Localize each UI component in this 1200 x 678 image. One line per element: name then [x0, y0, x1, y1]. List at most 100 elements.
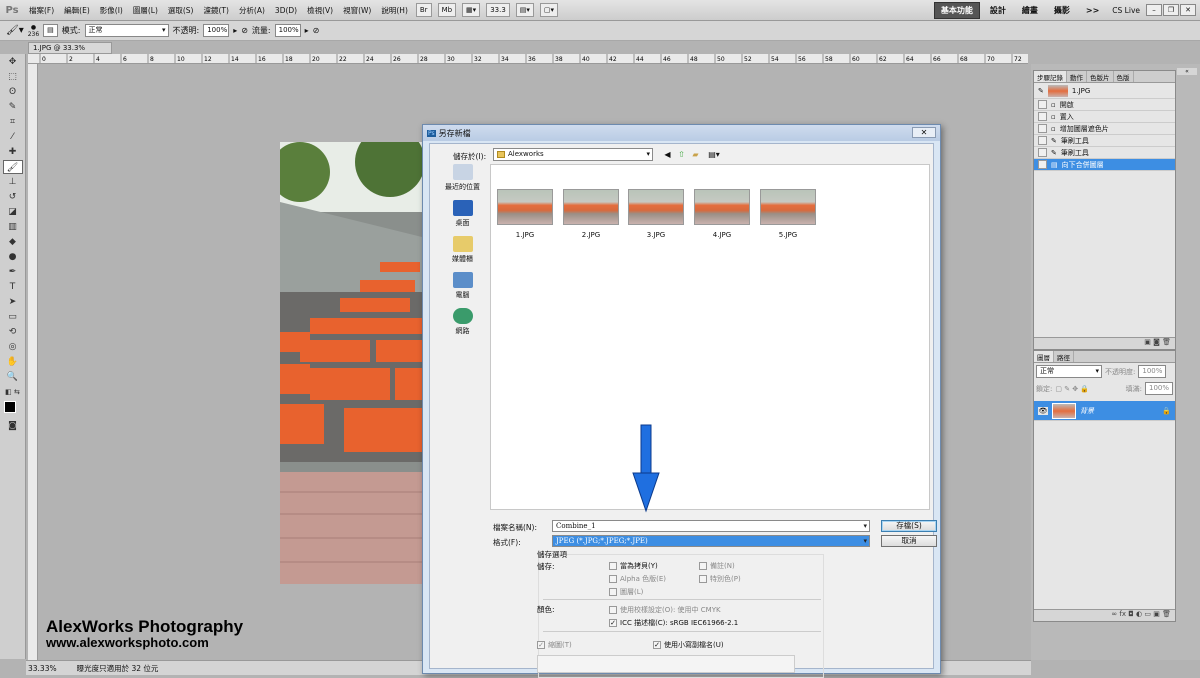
- eye-icon[interactable]: 👁: [1038, 406, 1048, 415]
- place-libraries[interactable]: 媒體櫃: [436, 236, 489, 264]
- workspace-painting[interactable]: 繪畫: [1016, 3, 1044, 18]
- cancel-button[interactable]: 取消: [881, 535, 937, 547]
- brush-tool-icon[interactable]: 🖌▾: [6, 25, 24, 36]
- history-source-box[interactable]: [1038, 100, 1047, 109]
- status-zoom[interactable]: 33.33%: [28, 664, 57, 673]
- cs-live-button[interactable]: CS Live: [1107, 6, 1145, 15]
- menu-help[interactable]: 說明(H): [376, 5, 413, 16]
- format-select[interactable]: JPEG (*.JPG;*.JPEG;*.JPE) ▾: [552, 535, 870, 547]
- minimize-icon[interactable]: –: [1146, 4, 1162, 16]
- as-copy-checkbox[interactable]: 當為拷貝(Y): [609, 561, 658, 571]
- history-source-box[interactable]: [1038, 136, 1047, 145]
- thumbnail-checkbox[interactable]: ✓ 縮圖(T): [537, 640, 572, 650]
- layer-row-background[interactable]: 👁 背景 🔒: [1034, 401, 1175, 421]
- fx-icon[interactable]: fx: [1119, 610, 1126, 618]
- history-source-box[interactable]: [1038, 148, 1047, 157]
- restore-icon[interactable]: ❐: [1163, 4, 1179, 16]
- layer-name[interactable]: 背景: [1080, 406, 1094, 416]
- notes-checkbox[interactable]: 備註(N): [699, 561, 735, 571]
- shape-tool-icon[interactable]: ▭: [3, 310, 23, 324]
- gradient-tool-icon[interactable]: ▥: [3, 220, 23, 234]
- workspace-essentials[interactable]: 基本功能: [933, 1, 980, 19]
- dodge-tool-icon[interactable]: ●: [3, 250, 23, 264]
- tab-history[interactable]: 步驟記錄: [1034, 71, 1067, 82]
- proof-setup-checkbox[interactable]: 使用校樣設定(O): 使用中 CMYK: [609, 605, 721, 615]
- tab-swatches[interactable]: 色版片: [1087, 71, 1114, 82]
- brush-size-picker[interactable]: ● 236: [28, 24, 39, 38]
- default-colors-icon[interactable]: ◧ ⇆: [3, 385, 23, 399]
- opacity-arrow-icon[interactable]: ▸: [233, 26, 237, 35]
- canvas-image[interactable]: [280, 142, 422, 584]
- document-tab[interactable]: 1.JPG @ 33.3% (RGB/8): [28, 42, 112, 62]
- spot-checkbox[interactable]: 特別色(P): [699, 574, 741, 584]
- history-item[interactable]: ✎ 筆刷工具: [1034, 147, 1175, 159]
- quick-mask-icon[interactable]: ◙: [3, 419, 23, 433]
- place-computer[interactable]: 電腦: [436, 272, 489, 300]
- quick-select-tool-icon[interactable]: ✎: [3, 100, 23, 114]
- stamp-tool-icon[interactable]: ⊥: [3, 175, 23, 189]
- workspace-photography[interactable]: 攝影: [1048, 3, 1076, 18]
- history-snapshot[interactable]: ✎ 1.JPG: [1034, 83, 1175, 99]
- link-icon[interactable]: ∞: [1111, 610, 1117, 618]
- arrange-docs-icon[interactable]: ▤▾: [515, 3, 534, 17]
- workspace-design[interactable]: 設計: [984, 3, 1012, 18]
- new-folder-icon[interactable]: ▰: [690, 149, 701, 160]
- place-recent[interactable]: 最近的位置: [436, 164, 489, 192]
- workspace-more[interactable]: >>: [1080, 4, 1105, 17]
- menu-3d[interactable]: 3D(D): [270, 6, 302, 15]
- history-source-box[interactable]: [1038, 112, 1047, 121]
- crop-tool-icon[interactable]: ⌗: [3, 115, 23, 129]
- menu-window[interactable]: 視窗(W): [338, 5, 376, 16]
- eyedropper-tool-icon[interactable]: ⁄: [3, 130, 23, 144]
- menu-image[interactable]: 影像(I): [95, 5, 128, 16]
- lock-icons[interactable]: ▢ ✎ ✥ 🔒: [1055, 385, 1089, 393]
- group-icon[interactable]: ▭: [1144, 610, 1151, 618]
- 3d-rotate-tool-icon[interactable]: ⟲: [3, 325, 23, 339]
- marquee-tool-icon[interactable]: ⬚: [3, 70, 23, 84]
- view-extras-icon[interactable]: ▦▾: [462, 3, 481, 17]
- file-item[interactable]: 2.JPG: [563, 189, 619, 243]
- bridge-icon[interactable]: Br: [415, 3, 432, 17]
- lowercase-ext-checkbox[interactable]: ✓ 使用小寫副檔名(U): [653, 640, 724, 650]
- menu-view[interactable]: 檢視(V): [302, 5, 338, 16]
- adjustment-icon[interactable]: ◐: [1136, 610, 1142, 618]
- healing-tool-icon[interactable]: ✚: [3, 145, 23, 159]
- camera-icon[interactable]: ◙: [1153, 338, 1160, 346]
- history-source-box[interactable]: [1038, 160, 1047, 169]
- mini-bridge-icon[interactable]: Mb: [437, 3, 457, 17]
- history-item[interactable]: ▫ 增加圖層遮色片: [1034, 123, 1175, 135]
- layer-opacity-input[interactable]: 100%: [1138, 365, 1167, 378]
- pressure-opacity-icon[interactable]: ⊘: [241, 26, 248, 35]
- history-brush-tool-icon[interactable]: ↺: [3, 190, 23, 204]
- back-icon[interactable]: ◀: [662, 149, 673, 160]
- dialog-close-button[interactable]: ✕: [912, 127, 936, 138]
- new-snapshot-icon[interactable]: ▣: [1144, 338, 1151, 346]
- menu-file[interactable]: 檔案(F): [24, 5, 59, 16]
- menu-layer[interactable]: 圖層(L): [128, 5, 163, 16]
- move-tool-icon[interactable]: ✥: [3, 55, 23, 69]
- file-item[interactable]: 3.JPG: [628, 189, 684, 243]
- trash-icon[interactable]: 🗑: [1162, 338, 1171, 346]
- history-item-selected[interactable]: ▤ 向下合併圖層: [1034, 159, 1175, 171]
- tab-actions[interactable]: 動作: [1067, 71, 1087, 82]
- up-folder-icon[interactable]: ⇧: [676, 149, 687, 160]
- screen-mode-icon[interactable]: ▢▾: [539, 3, 559, 17]
- foreground-color-swatch[interactable]: [4, 401, 16, 413]
- mode-select[interactable]: 正常 ▾: [84, 24, 169, 37]
- mask-icon[interactable]: ◘: [1128, 610, 1134, 618]
- opacity-input[interactable]: 100%: [203, 24, 230, 37]
- tab-channels[interactable]: 色版: [1114, 71, 1134, 82]
- filename-input[interactable]: Combine_1 ▾: [552, 520, 870, 532]
- alpha-checkbox[interactable]: Alpha 色版(E): [609, 574, 666, 584]
- file-item[interactable]: 4.JPG: [694, 189, 750, 243]
- file-item[interactable]: 1.JPG: [497, 189, 553, 243]
- menu-select[interactable]: 選取(S): [163, 5, 199, 16]
- save-button[interactable]: 存檔(S): [881, 520, 937, 532]
- new-layer-icon[interactable]: ▣: [1153, 610, 1160, 618]
- collapse-arrow-icon[interactable]: «: [1177, 68, 1197, 75]
- brush-panel-icon[interactable]: ▤: [43, 24, 58, 37]
- tab-paths[interactable]: 路徑: [1054, 351, 1074, 362]
- type-tool-icon[interactable]: T: [3, 280, 23, 294]
- place-network[interactable]: 網路: [436, 308, 489, 336]
- pen-tool-icon[interactable]: ✒: [3, 265, 23, 279]
